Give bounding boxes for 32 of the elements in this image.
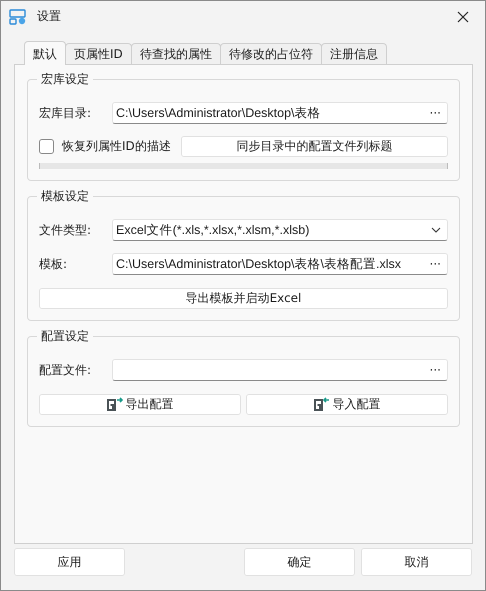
close-icon [457, 10, 469, 22]
export-template-button[interactable]: 导出模板并启动Excel [39, 288, 448, 308]
export-icon [106, 397, 122, 411]
dialog-button[interactable]: 确定 [244, 548, 355, 576]
window-title: 设置 [37, 8, 61, 25]
browse-button[interactable]: ··· [430, 106, 441, 120]
field-label: 配置文件: [39, 362, 92, 378]
file-type-dropdown[interactable]: Excel文件(*.xls,*.xlsx,*.xlsm,*.xlsb) [112, 219, 448, 241]
sync-button[interactable]: 同步目录中的配置文件列标题 [180, 136, 448, 157]
path-field[interactable]: C:\Users\Administrator\Desktop\表格\表格配置.xlsx ··· [112, 253, 448, 275]
group-title: 配置设定 [40, 328, 90, 345]
browse-button[interactable]: ··· [430, 257, 441, 271]
checkbox[interactable] [39, 139, 54, 154]
path-field[interactable]: C:\Users\Administrator\Desktop\表格 ··· [112, 102, 448, 124]
dialog-button[interactable]: 应用 [14, 548, 125, 576]
tab[interactable]: 默认 [24, 41, 66, 65]
field-value: C:\Users\Administrator\Desktop\表格 [116, 104, 322, 122]
checkbox-label: 恢复列属性ID的描述 [62, 138, 171, 155]
dialog-button[interactable]: 取消 [361, 548, 472, 576]
group-title: 模板设定 [40, 188, 90, 205]
group-title: 宏库设定 [40, 71, 90, 88]
import-icon [314, 397, 330, 411]
chevron-down-icon [431, 227, 441, 233]
config-file-field[interactable]: ··· [112, 359, 448, 381]
import-config-button[interactable]: 导入配置 [246, 394, 448, 414]
settings-window-icon [9, 8, 27, 24]
field-label: 文件类型: [39, 222, 92, 238]
tab[interactable]: 注册信息 [320, 43, 387, 64]
field-label: 模板: [39, 256, 68, 272]
export-config-button[interactable]: 导出配置 [39, 394, 241, 414]
field-label: 宏库目录: [39, 104, 92, 122]
browse-button[interactable]: ··· [430, 363, 441, 377]
